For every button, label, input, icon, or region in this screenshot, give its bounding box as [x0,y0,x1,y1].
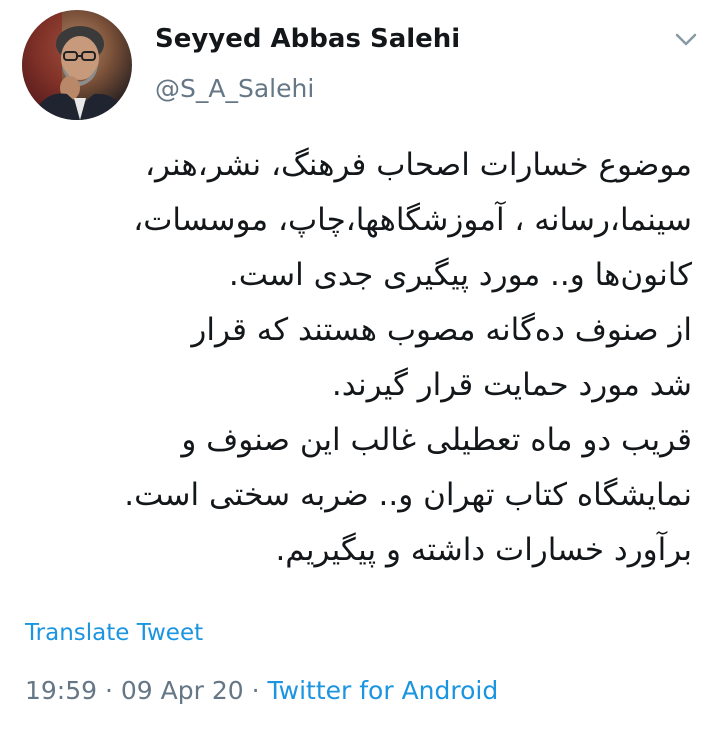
avatar[interactable] [22,10,132,120]
tweet-text-line: قریب دو ماه تعطیلی غالب این صنوف و [181,422,692,458]
tweet-text-line: نمایشگاه کتاب تهران و.. ضربه سختی است. [124,477,692,513]
tweet-text-line: از صنوف ده‌گانه مصوب هستند که قرار [191,312,692,348]
tweet-text-line: موضوع خسارات اصحاب فرهنگ، نشر،هنر، [144,147,692,183]
tweet-metadata: 19:59 · 09 Apr 20 · Twitter for Android [25,676,498,705]
tweet-date[interactable]: 09 Apr 20 [121,676,244,705]
avatar-photo [22,10,126,120]
chevron-down-icon[interactable] [672,28,700,50]
tweet-text: موضوع خسارات اصحاب فرهنگ، نشر،هنر، سینما… [12,138,692,578]
translate-tweet-link[interactable]: Translate Tweet [25,620,203,646]
meta-separator: · [243,676,268,705]
tweet-time[interactable]: 19:59 [25,676,97,705]
tweet-card: Seyyed Abbas Salehi @S_A_Salehi موضوع خس… [0,0,720,734]
author-handle[interactable]: @S_A_Salehi [155,74,314,103]
author-display-name[interactable]: Seyyed Abbas Salehi [155,24,460,54]
tweet-text-line: شد مورد حمایت قرار گیرند. [331,367,692,403]
tweet-text-line: کانون‌ها و.. مورد پیگیری جدی است. [228,257,692,293]
meta-separator: · [97,676,121,705]
tweet-source-link[interactable]: Twitter for Android [268,676,499,705]
tweet-text-line: سینما،رسانه ، آموزشگاهها،چاپ، موسسات، [133,202,692,238]
tweet-text-line: برآورد خسارات داشته و پیگیریم. [275,532,692,568]
